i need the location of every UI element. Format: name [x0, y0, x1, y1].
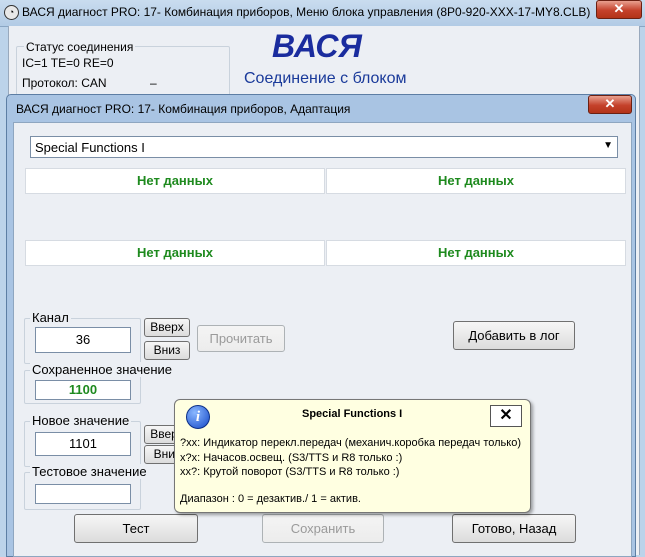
- tooltip-line-3: xx?: Крутой поворот (S3/TTS и R8 только …: [180, 466, 400, 478]
- tooltip-line-2: x?x: Начасов.освещ. (S3/TTS и R8 только …: [180, 452, 403, 464]
- connection-status-legend: Статус соединения: [24, 40, 136, 54]
- no-data-panel-4: Нет данных: [326, 240, 626, 266]
- main-close-button[interactable]: ✕: [596, 0, 642, 19]
- main-title-bar: ◔ ВАСЯ диагност PRO: 17- Комбинация приб…: [0, 0, 645, 27]
- main-window-title: ВАСЯ диагност PRO: 17- Комбинация прибор…: [22, 5, 591, 19]
- done-back-button[interactable]: Готово, Назад: [452, 514, 576, 543]
- tooltip-title: Special Functions I: [302, 408, 403, 420]
- channel-up-button[interactable]: Вверх: [144, 318, 190, 337]
- dialog-close-button[interactable]: ✕: [588, 95, 632, 114]
- connection-protocol: Протокол: CAN: [22, 76, 107, 90]
- channel-input[interactable]: 36: [35, 327, 131, 353]
- info-icon: i: [186, 405, 210, 429]
- vasya-logo: ВАСЯ: [272, 28, 362, 64]
- saved-value-field: 1100: [35, 380, 131, 400]
- no-data-panel-1: Нет данных: [25, 168, 325, 194]
- new-value-input[interactable]: 1101: [35, 432, 131, 456]
- app-icon: ◔: [4, 5, 19, 20]
- no-data-panel-3: Нет данных: [25, 240, 325, 266]
- channel-label: Канал: [30, 310, 71, 325]
- function-select[interactable]: Special Functions I ▼: [30, 136, 618, 158]
- dialog-title-bar: ВАСЯ диагност PRO: 17- Комбинация прибор…: [7, 95, 633, 121]
- tooltip-close-button[interactable]: ✕: [490, 405, 522, 427]
- no-data-panel-2: Нет данных: [326, 168, 626, 194]
- add-to-log-button[interactable]: Добавить в лог: [453, 321, 575, 350]
- test-button[interactable]: Тест: [74, 514, 198, 543]
- chevron-down-icon[interactable]: ▼: [603, 140, 613, 151]
- read-button[interactable]: Прочитать: [197, 325, 285, 352]
- tooltip-range-line: Диапазон : 0 = дезактив./ 1 = актив.: [180, 493, 361, 505]
- channel-down-button[interactable]: Вниз: [144, 341, 190, 360]
- connection-status-flags: IC=1 TE=0 RE=0: [22, 56, 114, 70]
- saved-value-label: Сохраненное значение: [30, 362, 175, 377]
- save-button[interactable]: Сохранить: [262, 514, 384, 543]
- tooltip-line-1: ?xx: Индикатор перекл.передач (механич.к…: [180, 437, 522, 449]
- connection-block-text: Соединение с блоком: [244, 70, 407, 87]
- connection-protocol-dash: –: [150, 76, 157, 90]
- dialog-title: ВАСЯ диагност PRO: 17- Комбинация прибор…: [16, 102, 351, 116]
- test-value-label: Тестовое значение: [30, 464, 149, 479]
- function-select-value: Special Functions I: [35, 140, 145, 155]
- test-value-field[interactable]: [35, 484, 131, 504]
- new-value-label: Новое значение: [30, 413, 132, 428]
